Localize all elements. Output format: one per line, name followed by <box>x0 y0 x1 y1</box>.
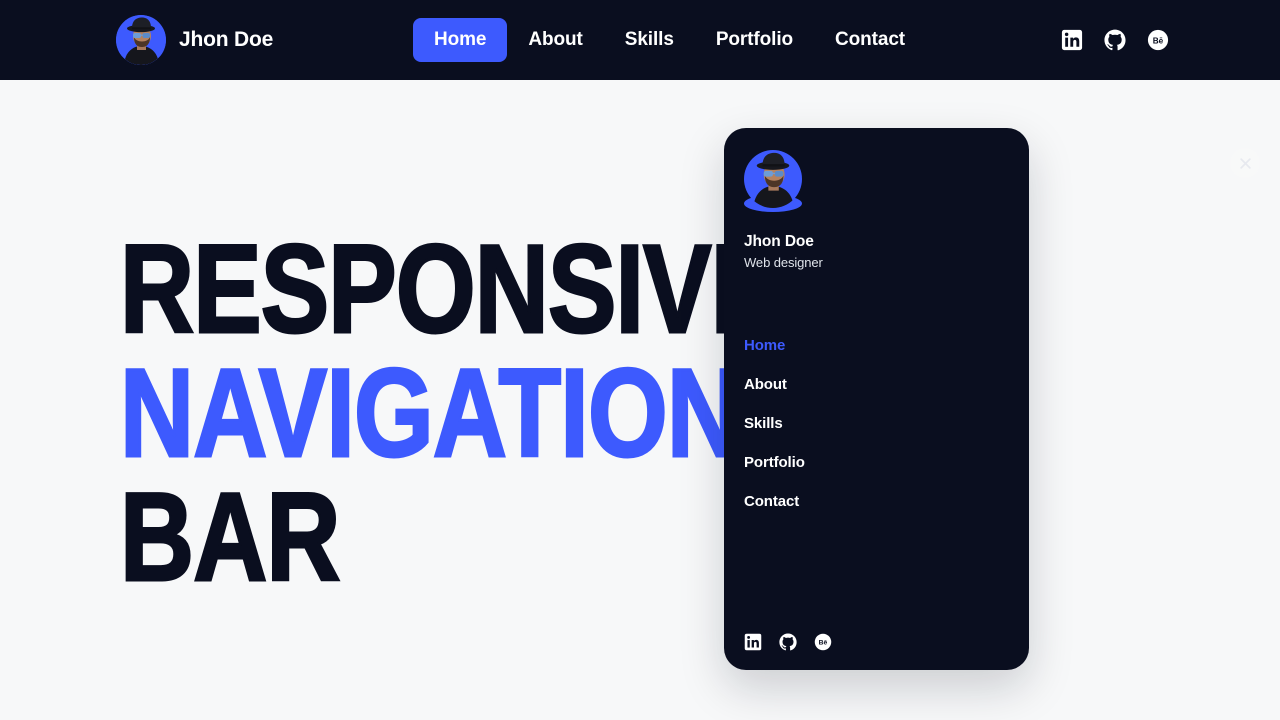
sidebar-profile-name: Jhon Doe <box>744 233 814 250</box>
nav-link-skills[interactable]: Skills <box>604 18 695 62</box>
svg-text:Bē: Bē <box>819 640 828 647</box>
sidebar-item-portfolio[interactable]: Portfolio <box>744 443 1009 482</box>
sidebar-profile: Jhon Doe Web designer <box>744 150 1009 270</box>
sidebar-social-links: Bē <box>744 633 832 651</box>
close-x-glyph <box>1239 157 1251 169</box>
sidebar-item-home[interactable]: Home <box>744 326 1009 365</box>
nav-link-portfolio[interactable]: Portfolio <box>695 18 814 62</box>
sidebar-item-about[interactable]: About <box>744 365 1009 404</box>
hero-line-2: Navigation <box>119 343 742 483</box>
nav-links: Home About Skills Portfolio Contact <box>413 18 926 62</box>
close-icon[interactable] <box>1230 148 1260 178</box>
navbar-social-links: Bē <box>1061 29 1169 51</box>
brand[interactable]: Jhon Doe <box>116 15 273 65</box>
sidebar-item-skills[interactable]: Skills <box>744 404 1009 443</box>
behance-icon[interactable]: Bē <box>1147 29 1169 51</box>
sidebar-profile-role: Web designer <box>744 255 823 270</box>
sidebar-panel: Jhon Doe Web designer Home About Skills … <box>724 128 1029 670</box>
sidebar-menu: Home About Skills Portfolio Contact <box>744 326 1009 521</box>
avatar <box>116 15 166 65</box>
brand-name: Jhon Doe <box>179 28 274 51</box>
hero-line-1: Responsive <box>119 220 781 359</box>
sidebar-item-contact[interactable]: Contact <box>744 482 1009 521</box>
nav-link-about[interactable]: About <box>507 18 603 62</box>
hero-line-3: Bar <box>119 467 342 607</box>
github-icon[interactable] <box>1104 29 1126 51</box>
svg-text:Bē: Bē <box>1153 36 1164 45</box>
hero-heading: Responsive Navigation Bar <box>119 220 781 607</box>
sidebar-avatar <box>744 150 802 212</box>
linkedin-icon[interactable] <box>1061 29 1083 51</box>
nav-link-home[interactable]: Home <box>413 18 508 62</box>
github-icon[interactable] <box>779 633 797 651</box>
linkedin-icon[interactable] <box>744 633 762 651</box>
behance-icon[interactable]: Bē <box>814 633 832 651</box>
nav-link-contact[interactable]: Contact <box>814 18 926 62</box>
top-navbar: Jhon Doe Home About Skills Portfolio Con… <box>0 0 1280 80</box>
